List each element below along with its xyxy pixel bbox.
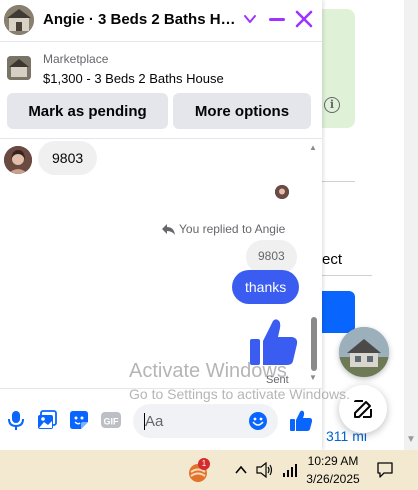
- message-composer: GIF Aa: [0, 388, 322, 451]
- house-photo-icon: [339, 327, 389, 377]
- microphone-icon[interactable]: [5, 409, 27, 431]
- divider: [322, 181, 355, 182]
- chevron-down-icon[interactable]: [243, 12, 257, 26]
- house-photo-icon: [7, 56, 31, 80]
- sender-avatar[interactable]: [4, 146, 32, 174]
- background-page: i ect 311 mi ▼: [322, 0, 418, 450]
- house-photo-icon: [4, 5, 34, 35]
- taskbar: 1 10:29 AM 3/26/2025: [0, 450, 418, 490]
- info-icon[interactable]: i: [324, 97, 340, 113]
- notification-badge: 1: [198, 458, 210, 470]
- chat-title[interactable]: Angie · 3 Beds 2 Baths House: [43, 11, 239, 28]
- minimize-icon[interactable]: [268, 9, 286, 29]
- clock-date[interactable]: 3/26/2025: [303, 472, 363, 486]
- message-input-placeholder: Aa: [145, 413, 164, 430]
- reply-indicator-text: You replied to Angie: [179, 222, 286, 236]
- chat-header[interactable]: Angie · 3 Beds 2 Baths House: [0, 0, 322, 42]
- listing-thumbnail[interactable]: [7, 56, 31, 80]
- scroll-down-arrow-icon[interactable]: ▼: [406, 434, 416, 445]
- page-scrollbar[interactable]: [404, 0, 418, 450]
- listing-label: Marketplace: [43, 52, 109, 66]
- volume-icon[interactable]: [256, 462, 274, 478]
- more-options-button[interactable]: More options: [173, 93, 311, 129]
- activation-watermark: Activate Windows: [129, 360, 287, 382]
- like-icon[interactable]: [289, 409, 313, 433]
- reply-indicator: You replied to Angie: [162, 222, 285, 236]
- read-receipt-avatar: [275, 185, 289, 199]
- notification-center-icon[interactable]: [376, 461, 394, 479]
- clock-time[interactable]: 10:29 AM: [307, 454, 359, 468]
- svg-text:GIF: GIF: [104, 417, 120, 427]
- listing-avatar[interactable]: [4, 5, 34, 35]
- chat-head-avatar[interactable]: [339, 327, 389, 377]
- close-icon[interactable]: [294, 9, 314, 29]
- message-list[interactable]: 9803 You replied to Angie 9803 thanks Se…: [0, 138, 322, 389]
- gif-icon[interactable]: GIF: [100, 409, 122, 431]
- chevron-up-icon[interactable]: [234, 463, 248, 477]
- emoji-icon[interactable]: [248, 411, 268, 431]
- photo-icon[interactable]: [36, 409, 58, 431]
- compose-icon: [354, 400, 372, 418]
- sticker-icon[interactable]: [68, 409, 90, 431]
- profile-photo-icon: [275, 185, 289, 199]
- background-button[interactable]: [322, 291, 355, 333]
- scroll-up-arrow-icon[interactable]: ▲: [309, 143, 317, 152]
- outgoing-message[interactable]: thanks: [232, 270, 300, 304]
- listing-banner[interactable]: Marketplace $1,300 - 3 Beds 2 Baths Hous…: [0, 42, 322, 90]
- chat-window: Angie · 3 Beds 2 Baths House Marketplace…: [0, 0, 350, 451]
- background-text: ect: [322, 251, 343, 268]
- quoted-message[interactable]: 9803: [246, 240, 297, 274]
- message-scrollbar-thumb[interactable]: [311, 317, 317, 371]
- wifi-icon[interactable]: [282, 462, 298, 478]
- incoming-message[interactable]: 9803: [38, 141, 98, 175]
- divider: [322, 275, 372, 276]
- reply-arrow-icon: [162, 223, 175, 235]
- profile-photo-icon: [4, 146, 32, 174]
- mark-as-pending-button[interactable]: Mark as pending: [7, 93, 168, 129]
- scroll-down-arrow-icon[interactable]: ▼: [309, 373, 317, 382]
- listing-price-title[interactable]: $1,300 - 3 Beds 2 Baths House: [43, 71, 224, 86]
